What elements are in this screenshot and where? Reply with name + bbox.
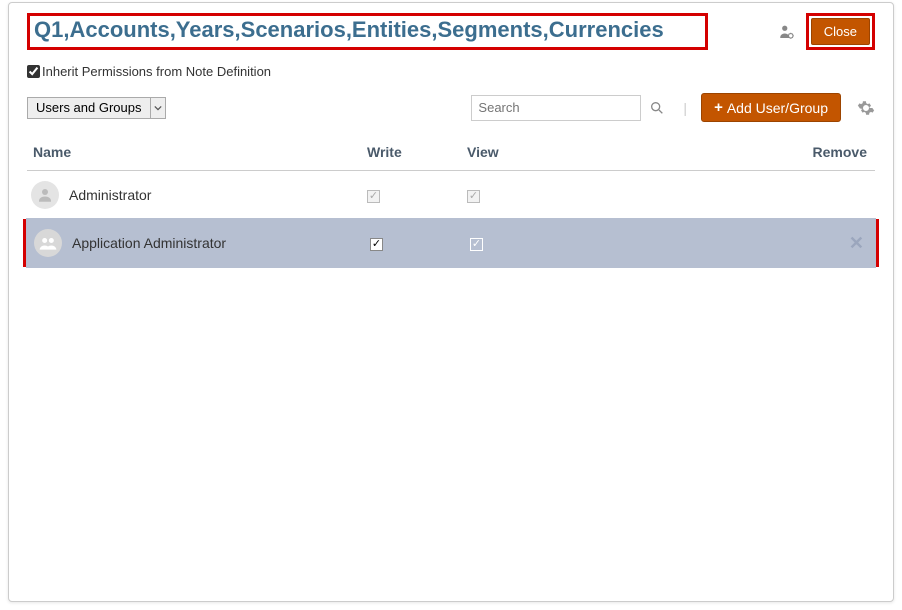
search-input[interactable] [471,95,641,121]
remove-icon[interactable]: ✕ [849,233,864,253]
inherit-label: Inherit Permissions from Note Definition [42,64,271,79]
permissions-table: Name Write View Remove Administrator [9,132,893,267]
filter-label: Users and Groups [28,98,150,118]
write-cell [367,186,467,204]
name-cell: Application Administrator [30,229,370,257]
close-highlight: Close [806,13,875,50]
inherit-permissions-row: Inherit Permissions from Note Definition [9,56,893,89]
search-icon[interactable] [649,100,665,116]
title-highlight: Q1,Accounts,Years,Scenarios,Entities,Seg… [27,13,708,50]
group-avatar-icon [34,229,62,257]
close-button[interactable]: Close [811,18,870,45]
col-view: View [467,144,727,160]
view-checkbox [467,190,480,203]
row-name: Administrator [69,187,151,203]
table-row[interactable]: Administrator [27,171,875,219]
row-name: Application Administrator [72,235,226,251]
table-row-highlight: Application Administrator ✕ [23,219,879,267]
view-checkbox[interactable] [470,238,483,251]
page-title: Q1,Accounts,Years,Scenarios,Entities,Seg… [34,16,701,45]
filter-dropdown[interactable]: Users and Groups [27,97,166,119]
write-checkbox[interactable] [370,238,383,251]
write-cell [370,234,470,252]
name-cell: Administrator [27,181,367,209]
col-remove: Remove [727,144,875,160]
add-user-group-button[interactable]: + Add User/Group [701,93,841,122]
dialog-header: Q1,Accounts,Years,Scenarios,Entities,Seg… [9,3,893,56]
chevron-down-icon [150,98,165,118]
inherit-checkbox[interactable] [27,65,40,78]
remove-cell: ✕ [730,233,872,254]
view-cell [470,234,730,252]
table-header: Name Write View Remove [27,132,875,171]
add-label: Add User/Group [727,100,828,116]
user-avatar-icon [31,181,59,209]
user-settings-icon[interactable] [778,23,796,41]
table-row[interactable]: Application Administrator ✕ [26,218,876,268]
view-cell [467,186,727,204]
gear-icon[interactable] [857,99,875,117]
col-write: Write [367,144,467,160]
col-name: Name [27,144,367,160]
permissions-dialog: Q1,Accounts,Years,Scenarios,Entities,Seg… [8,2,894,602]
toolbar: Users and Groups | + Add User/Group [9,89,893,132]
write-checkbox [367,190,380,203]
plus-icon: + [714,99,723,116]
toolbar-divider: | [683,100,687,116]
